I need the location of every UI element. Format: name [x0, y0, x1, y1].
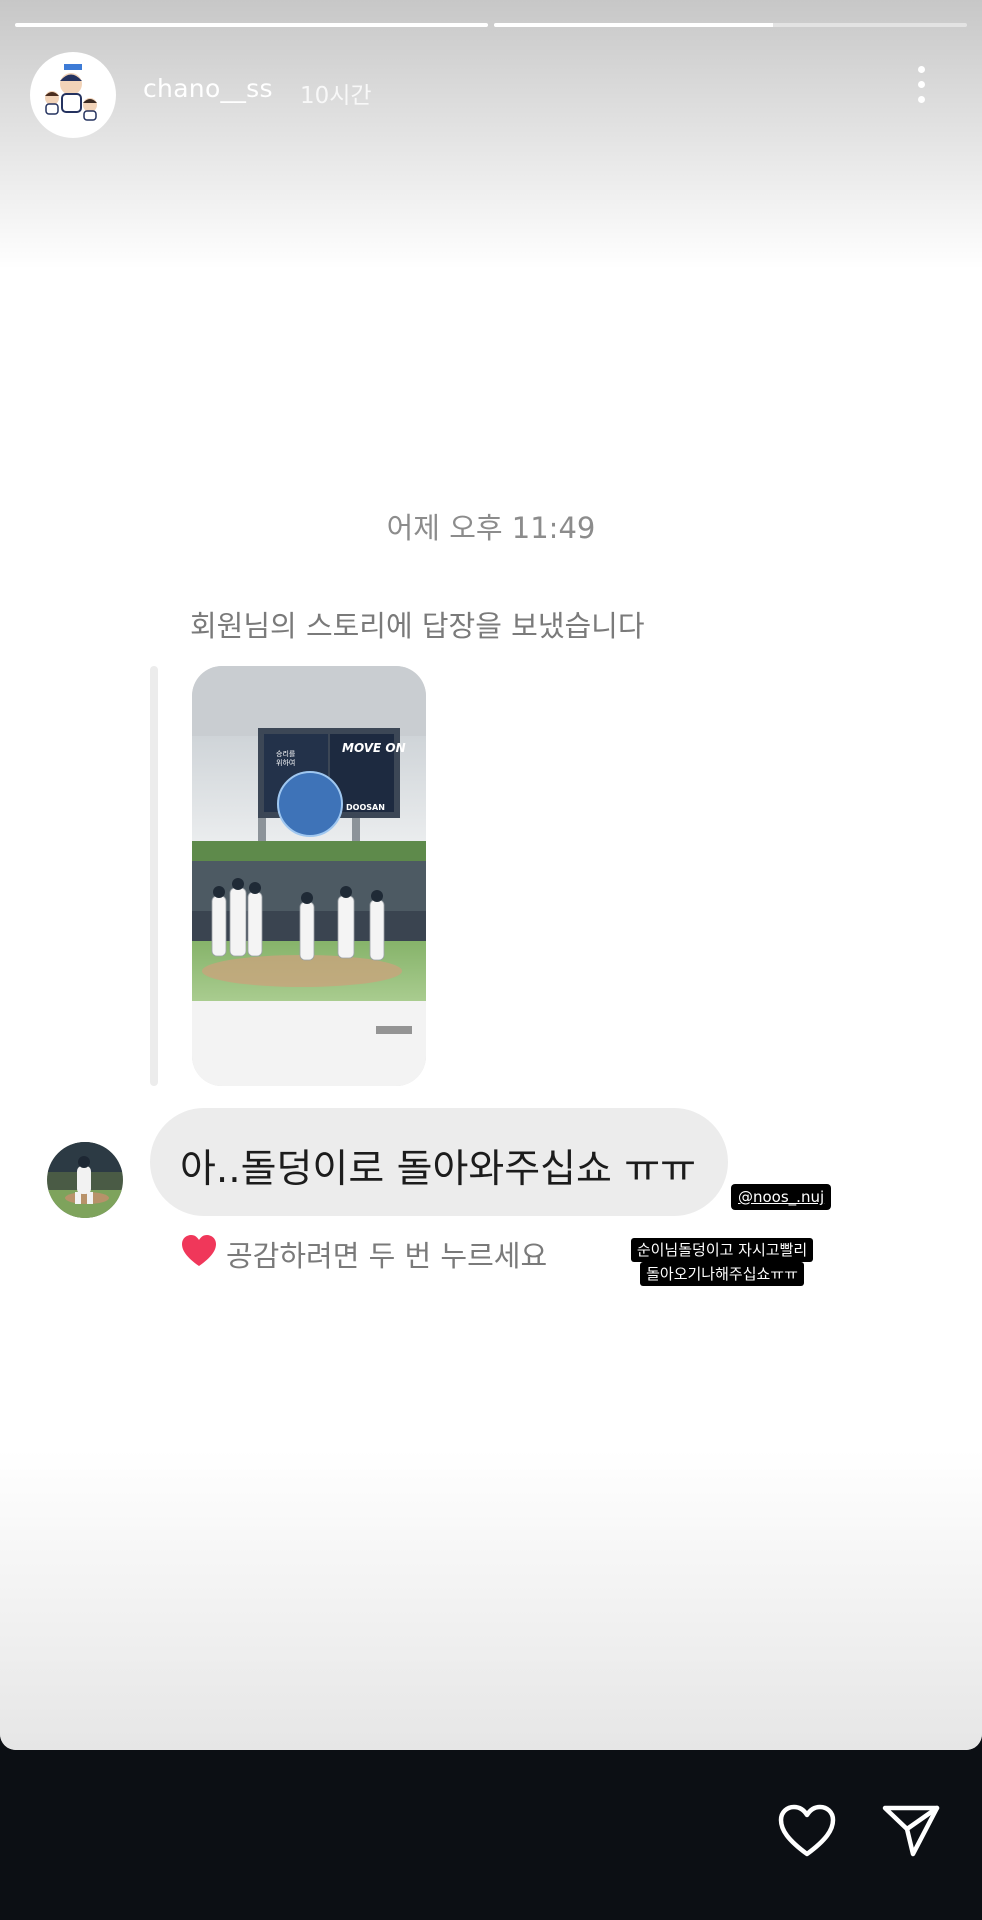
send-icon[interactable] — [880, 1802, 942, 1860]
quote-bar — [150, 666, 158, 1086]
heart-filled-icon — [180, 1233, 218, 1269]
billboard-brand-text: DOOSAN — [346, 803, 385, 812]
caption-line-1: 순이님돌덩이고 자시고빨리 — [630, 1238, 814, 1262]
heart-outline-icon[interactable] — [776, 1802, 838, 1860]
message-timestamp: 어제 오후 11:49 — [386, 511, 596, 545]
like-hint: 공감하려면 두 번 누르세요 — [226, 1239, 548, 1273]
mention-tag[interactable]: @noos_.nuj — [731, 1184, 832, 1210]
message-bubble[interactable]: 아..돌덩이로 돌아와주십쇼 ㅠㅠ — [150, 1108, 728, 1216]
dm-screenshot: 어제 오후 11:49 회원님의 스토리에 답장을 보냈습니다 승리를 위하여 … — [0, 0, 982, 1750]
sender-avatar[interactable] — [47, 1142, 123, 1218]
message-text: 아..돌덩이로 돌아와주십쇼 ㅠㅠ — [180, 1147, 697, 1192]
text-sticker: 순이님돌덩이고 자시고빨리 돌아오기나해주십쇼ㅠㅠ — [612, 1238, 832, 1286]
story-reply-note: 회원님의 스토리에 답장을 보냈습니다 — [190, 609, 645, 643]
caption-line-2: 돌아오기나해주십쇼ㅠㅠ — [640, 1262, 804, 1286]
billboard-right-text: MOVE ON — [342, 741, 406, 755]
story-viewer[interactable]: chano__ss 10시간 어제 오후 11:49 회원님의 스토리에 답장을… — [0, 0, 982, 1750]
story-thumbnail[interactable]: 승리를 위하여 MOVE ON DOOSAN — [192, 666, 426, 1086]
